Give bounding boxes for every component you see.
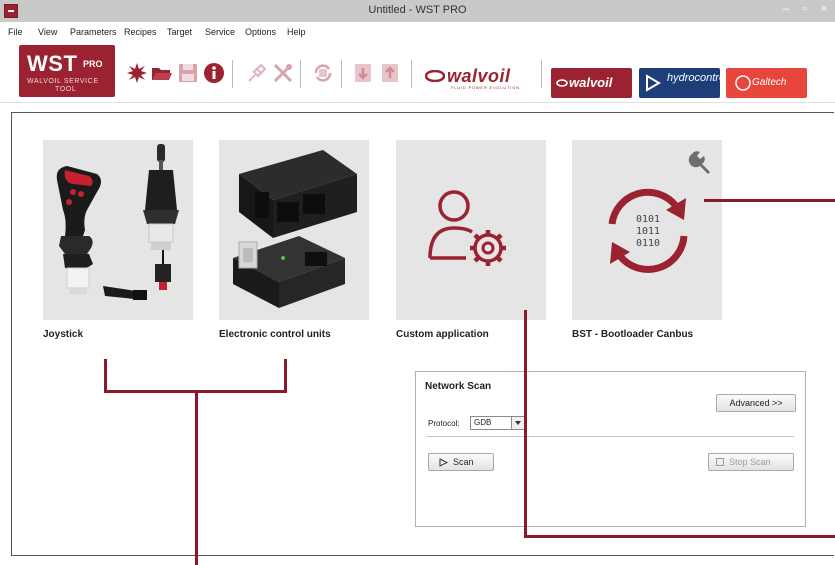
ecu-label[interactable]: Electronic control units <box>219 329 331 340</box>
logo-subtitle-2: TOOL <box>55 86 77 93</box>
refresh-icon[interactable] <box>312 62 334 84</box>
title-bar: Untitled - WST PRO – ▫ × <box>0 0 835 22</box>
toolbar: WST PRO WALVOIL SERVICE TOOL walvoil FLU… <box>0 42 835 103</box>
connect-icon[interactable] <box>246 62 268 84</box>
binary-line-1: 0101 <box>636 214 660 225</box>
menu-recipes[interactable]: Recipes <box>124 27 157 37</box>
hydrocontrol-mark-icon <box>646 74 661 92</box>
walvoil-mark-icon <box>556 79 568 87</box>
joystick-image <box>56 144 179 300</box>
joystick-label[interactable]: Joystick <box>43 329 83 340</box>
logo-pro-text: PRO <box>83 59 103 69</box>
hydrocontrol-badge-text: hydrocontrol <box>667 72 728 84</box>
callout-line <box>704 199 835 202</box>
menu-target[interactable]: Target <box>167 27 192 37</box>
menu-help[interactable]: Help <box>287 27 306 37</box>
stop-scan-button[interactable]: Stop Scan <box>708 453 794 471</box>
bst-bootloader-tile[interactable]: 0101 1011 0110 <box>572 140 722 320</box>
window-title: Untitled - WST PRO <box>368 4 467 16</box>
walvoil-badge: walvoil <box>551 68 632 98</box>
toolbar-divider <box>341 60 342 88</box>
stop-scan-button-label: Stop Scan <box>729 457 771 467</box>
galtech-mark-icon <box>735 75 751 91</box>
advanced-button[interactable]: Advanced >> <box>716 394 796 412</box>
close-button[interactable]: × <box>816 3 832 15</box>
download-icon[interactable] <box>353 62 375 84</box>
toolbar-divider <box>232 60 233 88</box>
custom-application-label[interactable]: Custom application <box>396 329 489 340</box>
save-icon[interactable] <box>177 62 199 84</box>
custom-application-tile[interactable] <box>396 140 546 320</box>
toolbar-divider <box>411 60 412 88</box>
walvoil-wordmark: walvoil <box>447 66 511 86</box>
walvoil-mark-icon <box>425 70 445 82</box>
logo-wst-text: WST <box>27 51 78 76</box>
network-scan-title: Network Scan <box>425 381 492 392</box>
wst-pro-logo: WST PRO WALVOIL SERVICE TOOL <box>19 45 115 97</box>
maximize-button[interactable]: ▫ <box>797 3 813 15</box>
chevron-down-icon[interactable] <box>511 417 525 429</box>
walvoil-tagline: FLUID POWER EVOLUTION <box>451 85 520 90</box>
user-gear-icon <box>428 190 506 266</box>
scan-button-label: Scan <box>453 457 474 467</box>
ecu-tile[interactable] <box>219 140 369 320</box>
walvoil-logo: walvoil FLUID POWER EVOLUTION <box>425 66 535 92</box>
joystick-tile[interactable] <box>43 140 193 320</box>
callout-line <box>104 359 107 393</box>
walvoil-badge-text: walvoil <box>569 75 613 90</box>
galtech-badge-text: Galtech <box>752 77 787 88</box>
scan-button[interactable]: Scan <box>428 453 494 471</box>
network-scan-panel: Network Scan Advanced >> Protocol: GDB S… <box>415 371 806 527</box>
toolbar-divider <box>541 60 542 88</box>
binary-line-3: 0110 <box>636 238 660 249</box>
menu-bar: File View Parameters Recipes Target Serv… <box>0 22 835 42</box>
new-icon[interactable] <box>126 62 148 84</box>
callout-line <box>195 390 198 565</box>
menu-options[interactable]: Options <box>245 27 276 37</box>
ecu-image <box>233 150 357 308</box>
callout-line <box>524 535 835 538</box>
protocol-select[interactable]: GDB <box>470 416 526 430</box>
play-icon <box>439 458 448 467</box>
menu-file[interactable]: File <box>8 27 23 37</box>
hydrocontrol-badge: hydrocontrol <box>639 68 728 98</box>
info-icon[interactable] <box>203 62 225 84</box>
protocol-value: GDB <box>474 418 492 427</box>
callout-line <box>524 310 527 538</box>
scan-divider <box>426 436 794 437</box>
stop-icon <box>716 458 724 466</box>
binary-line-2: 1011 <box>636 226 660 237</box>
menu-parameters[interactable]: Parameters <box>70 27 117 37</box>
menu-service[interactable]: Service <box>205 27 235 37</box>
tools-icon[interactable] <box>272 62 294 84</box>
protocol-label: Protocol: <box>428 419 460 428</box>
upload-icon[interactable] <box>380 62 402 84</box>
open-folder-icon[interactable] <box>151 62 173 84</box>
bst-bootloader-label[interactable]: BST - Bootloader Canbus <box>572 329 693 340</box>
toolbar-divider <box>300 60 301 88</box>
menu-view[interactable]: View <box>38 27 57 37</box>
logo-subtitle: WALVOIL SERVICE <box>27 78 99 85</box>
minimize-button[interactable]: – <box>778 3 794 15</box>
galtech-badge: Galtech <box>726 68 807 98</box>
wrench-icon <box>688 151 710 174</box>
callout-line <box>284 359 287 393</box>
